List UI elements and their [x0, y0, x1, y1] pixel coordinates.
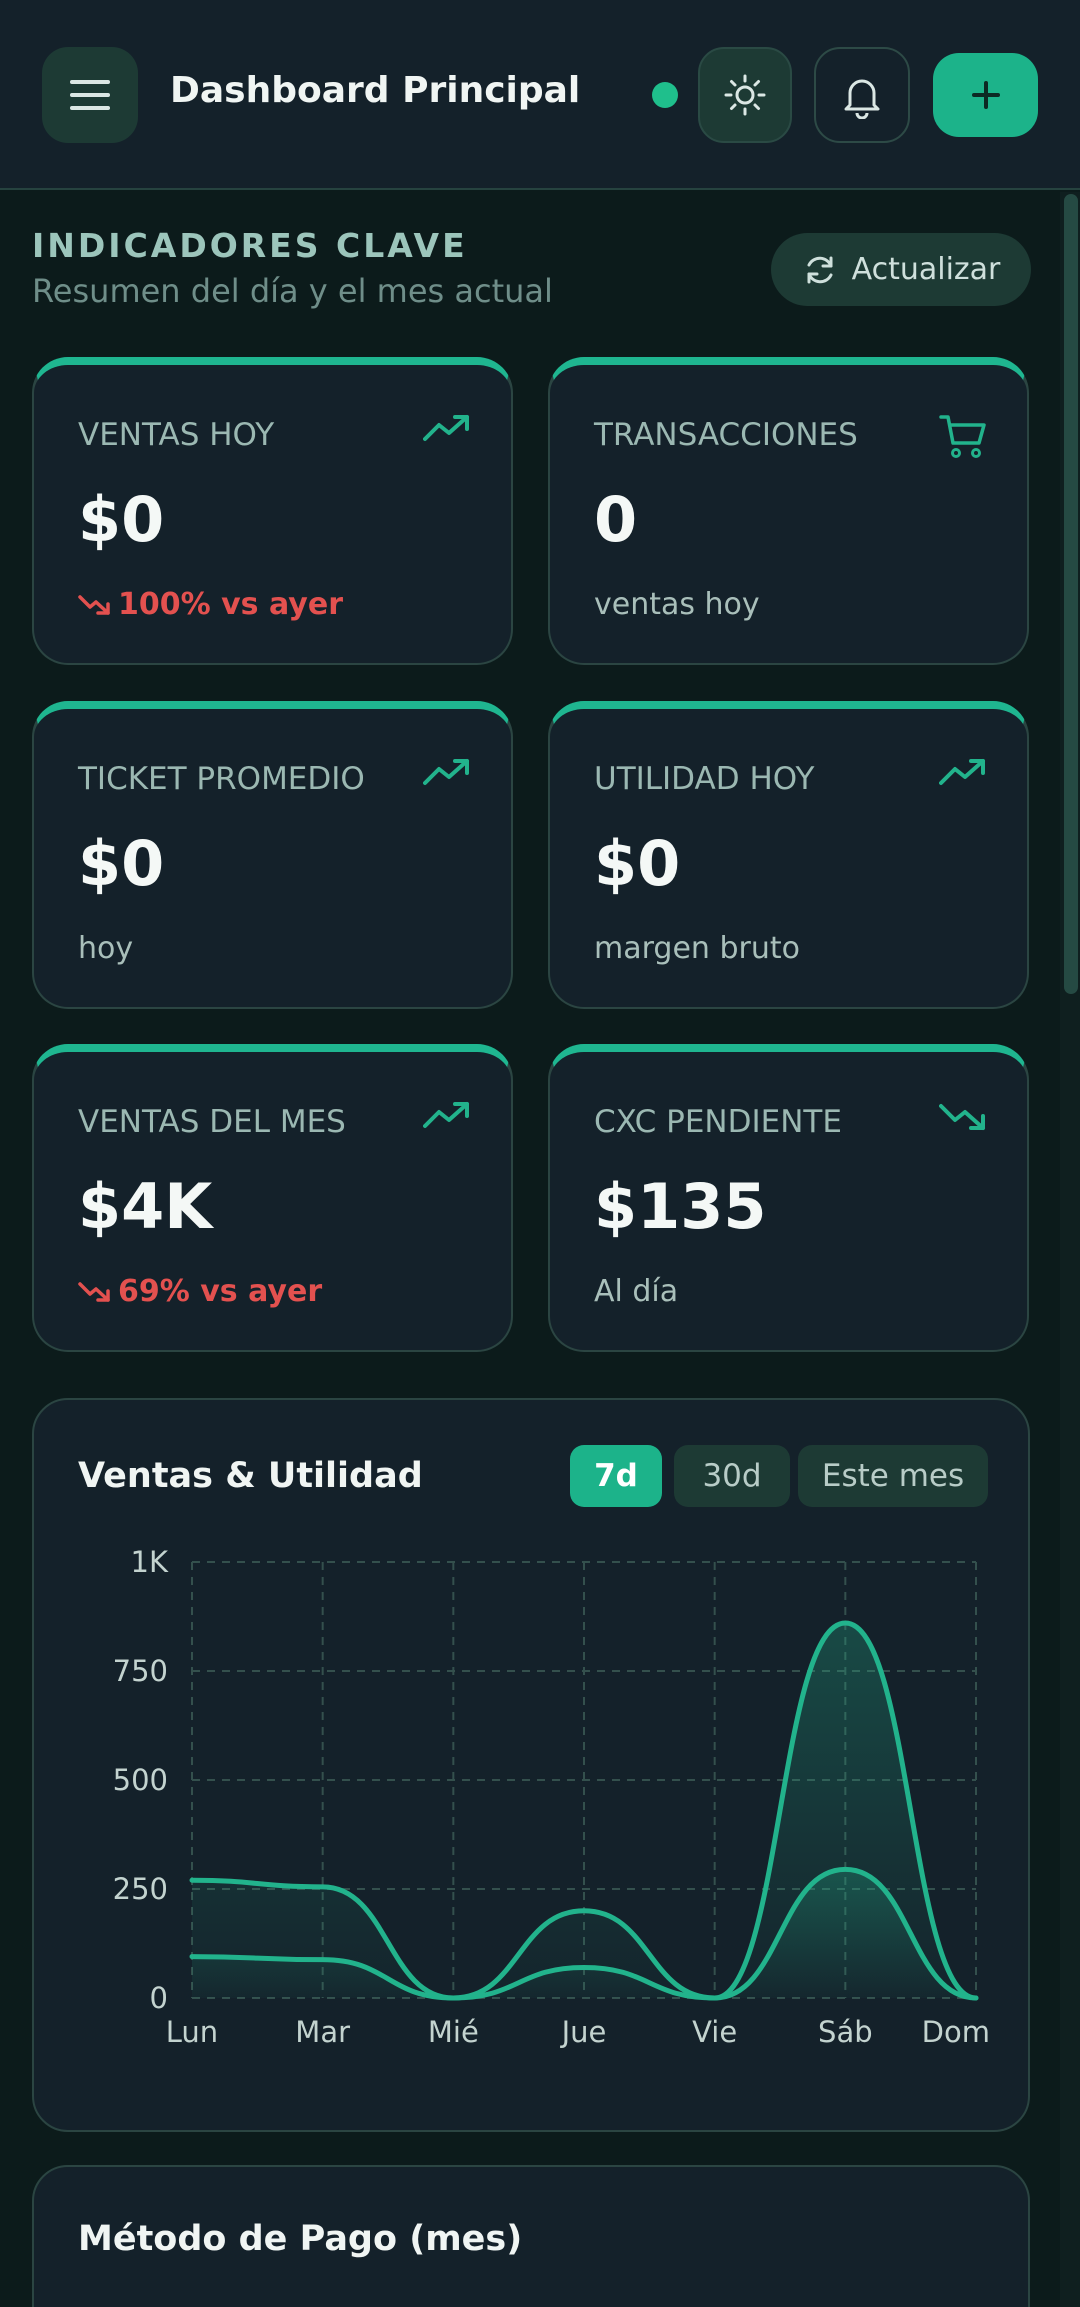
kpi-subtext: margen bruto — [594, 931, 800, 966]
kpi-card-ventas-hoy[interactable]: VENTAS HOY $0 100% vs ayer — [32, 357, 513, 665]
y-tick-label: 1K — [131, 1545, 169, 1579]
kpi-change: 69% vs ayer — [78, 1274, 322, 1309]
app-header: Dashboard Principal — [0, 0, 1080, 190]
sun-icon — [724, 74, 766, 116]
kpi-value: $135 — [594, 1170, 767, 1243]
kpi-label: TRANSACCIONES — [594, 417, 858, 453]
kpi-value: 0 — [594, 483, 638, 556]
kpi-change-text: 100% vs ayer — [118, 587, 343, 622]
sales-profit-chart-card: Ventas & Utilidad 7d 30d Este mes 0 250 50… — [32, 1398, 1030, 2132]
notifications-button[interactable] — [814, 47, 910, 143]
trending-up-icon — [939, 759, 985, 785]
payment-method-title: Método de Pago (mes) — [78, 2219, 523, 2259]
x-tick-label: Mié — [428, 2015, 479, 2049]
trending-up-icon — [423, 1102, 469, 1128]
kpi-card-transacciones[interactable]: TRANSACCIONES 0 ventas hoy — [548, 357, 1029, 665]
y-tick-label: 750 — [113, 1654, 168, 1688]
kpi-card-ticket-promedio[interactable]: TICKET PROMEDIO $0 hoy — [32, 701, 513, 1009]
kpi-value: $0 — [78, 827, 165, 900]
kpi-label: VENTAS HOY — [78, 417, 275, 453]
kpi-label: VENTAS DEL MES — [78, 1104, 346, 1140]
y-tick-label: 0 — [150, 1981, 168, 2015]
section-subtitle: Resumen del día y el mes actual — [32, 272, 553, 310]
trending-down-icon — [78, 594, 110, 615]
plus-icon — [971, 81, 1000, 109]
kpi-card-cxc-pendiente[interactable]: CXC PENDIENTE $135 Al día — [548, 1044, 1029, 1352]
theme-toggle-button[interactable] — [698, 47, 792, 143]
refresh-label: Actualizar — [851, 252, 1001, 287]
kpi-subtext: hoy — [78, 931, 134, 966]
section-title: INDICADORES CLAVE — [32, 226, 468, 265]
trending-down-icon — [939, 1104, 985, 1130]
refresh-icon — [807, 256, 833, 283]
kpi-subtext: ventas hoy — [594, 587, 760, 622]
x-tick-label: Mar — [295, 2015, 350, 2049]
kpi-label: UTILIDAD HOY — [594, 761, 815, 797]
kpi-card-utilidad-hoy[interactable]: UTILIDAD HOY $0 margen bruto — [548, 701, 1029, 1009]
kpi-subtext: Al día — [594, 1274, 679, 1309]
area-chart[interactable]: 0 250 500 750 1K Lun Mar Mié Jue Vie Sáb Dom — [34, 1400, 1032, 2134]
cart-icon — [939, 415, 986, 458]
x-tick-label: Lun — [166, 2015, 218, 2049]
trending-up-icon — [423, 415, 469, 441]
kpi-value: $0 — [78, 483, 165, 556]
y-tick-label: 250 — [113, 1872, 168, 1906]
page-title: Dashboard Principal — [170, 70, 581, 111]
add-button[interactable] — [933, 53, 1038, 137]
kpi-change: 100% vs ayer — [78, 587, 343, 622]
kpi-change-text: 69% vs ayer — [118, 1274, 323, 1309]
hamburger-icon — [70, 80, 110, 110]
refresh-button[interactable]: Actualizar — [771, 233, 1031, 306]
kpi-card-ventas-mes[interactable]: VENTAS DEL MES $4K 69% vs ayer — [32, 1044, 513, 1352]
trending-up-icon — [423, 759, 469, 785]
bell-icon — [844, 79, 880, 119]
scrollbar-thumb[interactable] — [1064, 194, 1078, 994]
kpi-label: TICKET PROMEDIO — [78, 761, 365, 797]
x-tick-label: Sáb — [818, 2015, 873, 2049]
x-tick-label: Vie — [692, 2015, 737, 2049]
x-tick-label: Dom — [922, 2015, 990, 2049]
menu-button[interactable] — [42, 47, 138, 143]
kpi-label: CXC PENDIENTE — [594, 1104, 842, 1140]
kpi-value: $0 — [594, 827, 681, 900]
kpi-value: $4K — [78, 1170, 213, 1243]
status-indicator — [652, 82, 678, 108]
trending-down-icon — [78, 1281, 110, 1302]
x-tick-label: Jue — [560, 2015, 607, 2049]
y-tick-label: 500 — [113, 1763, 168, 1797]
payment-method-card: Método de Pago (mes) — [32, 2165, 1030, 2307]
